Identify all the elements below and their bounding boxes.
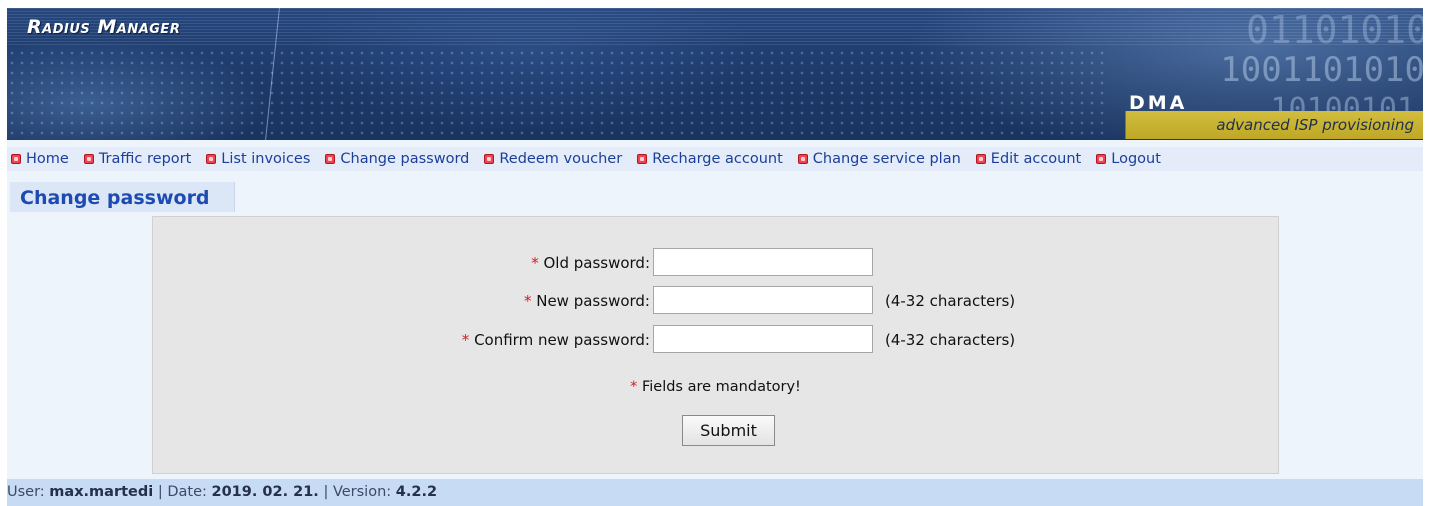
bullet-icon xyxy=(975,154,986,164)
required-marker: * xyxy=(630,379,638,395)
app-window: 01101010 1001101010 10100101 Radius Mana… xyxy=(7,8,1423,506)
form-row-new-password: * New password: (4-32 characters) xyxy=(153,286,1278,314)
user-label: User: xyxy=(7,484,45,500)
old-password-label: * Old password: xyxy=(531,254,650,272)
confirm-password-input[interactable] xyxy=(653,325,873,353)
required-marker: * xyxy=(461,331,470,349)
nav-item-traffic-report[interactable]: Traffic report xyxy=(83,151,192,167)
banner-pattern xyxy=(7,48,1107,140)
new-password-input[interactable] xyxy=(653,286,873,314)
nav-item-redeem-voucher[interactable]: Redeem voucher xyxy=(484,151,622,167)
change-password-form: * Old password: * New password: (4-32 ch… xyxy=(152,216,1279,474)
required-marker: * xyxy=(523,292,532,310)
nav-label: Change password xyxy=(340,151,470,167)
nav-item-change-password[interactable]: Change password xyxy=(325,151,469,167)
tagline: advanced ISP provisioning xyxy=(1216,116,1414,134)
nav-label: Home xyxy=(26,151,69,167)
bullet-icon xyxy=(1096,154,1107,164)
bullet-icon xyxy=(206,154,217,164)
status-footer: User: max.martedi | Date: 2019. 02. 21. … xyxy=(7,479,1423,506)
nav-label: Traffic report xyxy=(98,151,192,167)
nav-item-change-service-plan[interactable]: Change service plan xyxy=(797,151,961,167)
footer-separator: | xyxy=(157,484,163,500)
bullet-icon xyxy=(484,154,495,164)
dma-logo: DMA xyxy=(1129,92,1187,112)
bullet-icon xyxy=(83,154,94,164)
nav-item-home[interactable]: Home xyxy=(11,151,69,167)
page-title: Change password xyxy=(20,187,210,209)
main-nav: Home Traffic report List invoices Change… xyxy=(7,147,1423,171)
nav-item-list-invoices[interactable]: List invoices xyxy=(206,151,310,167)
nav-label: Logout xyxy=(1111,151,1161,167)
nav-label: Redeem voucher xyxy=(499,151,623,167)
mandatory-note: * Fields are mandatory! xyxy=(153,379,1278,395)
required-marker: * xyxy=(531,254,539,272)
date-label: Date: xyxy=(167,484,207,500)
submit-button[interactable]: Submit xyxy=(682,415,775,446)
brand-text: Radius Manager xyxy=(27,16,181,38)
tagline-panel: advanced ISP provisioning xyxy=(1125,111,1423,139)
bullet-icon xyxy=(11,154,21,164)
old-password-label-text: Old password: xyxy=(543,254,650,272)
dma-logo-text: DMA xyxy=(1129,92,1187,112)
bullet-icon xyxy=(637,154,648,164)
footer-version: 4.2.2 xyxy=(395,484,438,500)
form-row-confirm-password: * Confirm new password: (4-32 characters… xyxy=(153,325,1278,353)
bullet-icon xyxy=(797,154,808,164)
section-tab: Change password xyxy=(10,182,235,212)
header-banner: 01101010 1001101010 10100101 Radius Mana… xyxy=(7,8,1423,140)
new-password-label-text: New password: xyxy=(536,292,650,310)
version-label: Version: xyxy=(332,484,392,500)
nav-label: List invoices xyxy=(221,151,311,167)
nav-item-edit-account[interactable]: Edit account xyxy=(975,151,1082,167)
nav-label: Recharge account xyxy=(652,151,783,167)
footer-date: 2019. 02. 21. xyxy=(211,484,319,500)
new-password-hint: (4-32 characters) xyxy=(885,292,1016,310)
footer-separator: | xyxy=(323,484,329,500)
nav-item-recharge-account[interactable]: Recharge account xyxy=(637,151,783,167)
form-row-old-password: * Old password: xyxy=(153,248,1278,276)
confirm-password-label: * Confirm new password: xyxy=(462,331,650,349)
old-password-input[interactable] xyxy=(653,248,873,276)
confirm-password-label-text: Confirm new password: xyxy=(474,331,650,349)
nav-label: Edit account xyxy=(990,151,1082,167)
footer-content: User: max.martedi | Date: 2019. 02. 21. … xyxy=(7,484,437,500)
mandatory-note-text: Fields are mandatory! xyxy=(641,379,801,395)
confirm-password-hint: (4-32 characters) xyxy=(885,331,1016,349)
banner-stripe xyxy=(7,8,1423,46)
binary-line: 01101010 xyxy=(1245,8,1423,52)
new-password-label: * New password: xyxy=(524,292,650,310)
bullet-icon xyxy=(325,154,336,164)
nav-item-logout[interactable]: Logout xyxy=(1096,151,1161,167)
nav-label: Change service plan xyxy=(812,151,961,167)
app-brand: Radius Manager xyxy=(27,16,180,38)
footer-user: max.martedi xyxy=(49,484,154,500)
binary-line: 1001101010 xyxy=(1220,50,1423,90)
